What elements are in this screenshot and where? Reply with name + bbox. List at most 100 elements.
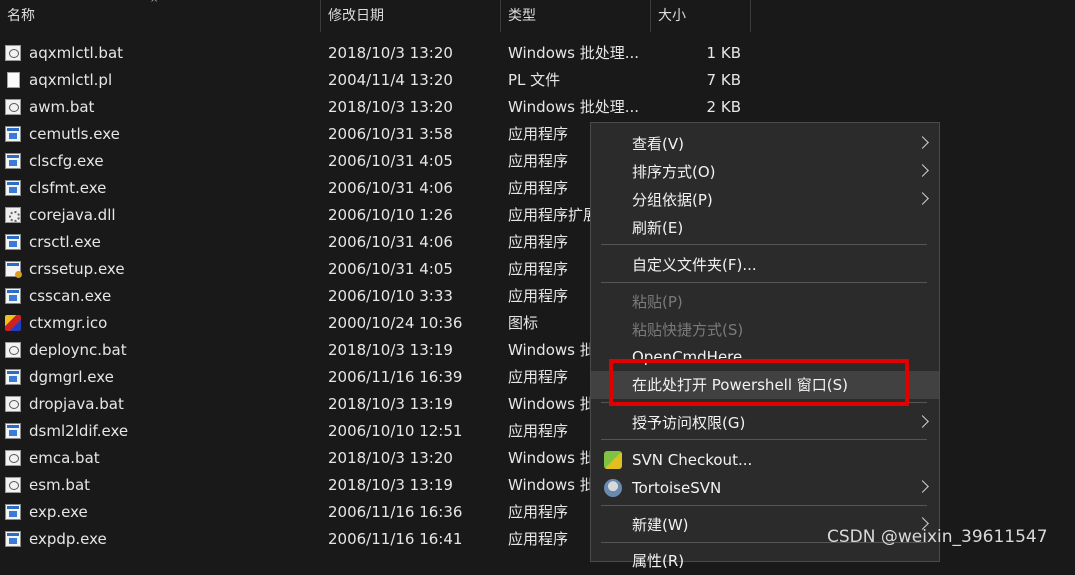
file-date: 2018/10/3 13:19 xyxy=(328,341,453,359)
file-name: cemutls.exe xyxy=(29,125,120,143)
file-type: PL 文件 xyxy=(508,71,561,89)
menu-item-grant-access[interactable]: 授予访问权限(G) xyxy=(591,409,939,437)
menu-item-label: 排序方式(O) xyxy=(632,163,716,181)
chevron-right-icon xyxy=(916,164,929,177)
bat-file-icon xyxy=(5,45,21,61)
menu-separator xyxy=(601,282,927,283)
column-header-bar: 名称 ^ 修改日期 类型 大小 xyxy=(0,0,1075,32)
file-date: 2006/11/16 16:41 xyxy=(328,530,463,548)
menu-item-label: 查看(V) xyxy=(632,135,684,153)
exe-file-icon xyxy=(5,531,21,547)
file-name: corejava.dll xyxy=(29,206,116,224)
file-name: crssetup.exe xyxy=(29,260,125,278)
menu-item-properties[interactable]: 属性(R) xyxy=(591,547,939,575)
doc-file-icon xyxy=(7,72,20,88)
file-row[interactable]: aqxmlctl.bat 2018/10/3 13:20 Windows 批处理..… xyxy=(0,40,1075,67)
file-date: 2006/11/16 16:39 xyxy=(328,368,463,386)
menu-item-label: 刷新(E) xyxy=(632,219,684,237)
menu-item-label: 自定义文件夹(F)... xyxy=(632,256,757,274)
file-name: deploync.bat xyxy=(29,341,127,359)
menu-item-label: 新建(W) xyxy=(632,516,689,534)
file-name: dsml2ldif.exe xyxy=(29,422,129,440)
file-name: aqxmlctl.bat xyxy=(29,44,124,62)
chevron-right-icon xyxy=(916,415,929,428)
file-row[interactable]: aqxmlctl.pl 2004/11/4 13:20 PL 文件 7 KB xyxy=(0,67,1075,94)
file-date: 2018/10/3 13:19 xyxy=(328,395,453,413)
highlight-annotation-box xyxy=(609,359,909,406)
exe-file-icon xyxy=(5,504,21,520)
bat-file-icon xyxy=(5,342,21,358)
file-date: 2006/11/16 16:36 xyxy=(328,503,463,521)
file-name: ctxmgr.ico xyxy=(29,314,108,332)
menu-separator xyxy=(601,244,927,245)
menu-item-label: SVN Checkout... xyxy=(632,451,753,469)
menu-item-sort[interactable]: 排序方式(O) xyxy=(591,158,939,186)
menu-item-paste-shortcut: 粘贴快捷方式(S) xyxy=(591,316,939,344)
exe-file-icon xyxy=(5,423,21,439)
menu-item-group[interactable]: 分组依据(P) xyxy=(591,186,939,214)
menu-item-view[interactable]: 查看(V) xyxy=(591,130,939,158)
menu-item-refresh[interactable]: 刷新(E) xyxy=(591,214,939,242)
chevron-right-icon xyxy=(916,192,929,205)
context-menu: 查看(V) 排序方式(O) 分组依据(P) 刷新(E) 自定义文件夹(F)...… xyxy=(590,122,940,570)
column-divider[interactable] xyxy=(750,0,751,32)
bat-file-icon xyxy=(5,477,21,493)
sort-ascending-icon: ^ xyxy=(150,0,159,9)
menu-item-label: 粘贴(P) xyxy=(632,293,683,311)
dll-file-icon xyxy=(5,207,21,223)
bat-file-icon xyxy=(5,396,21,412)
file-name: crsctl.exe xyxy=(29,233,101,251)
file-row[interactable]: awm.bat 2018/10/3 13:20 Windows 批处理... 2 KB xyxy=(0,94,1075,121)
column-header-size[interactable]: 大小 xyxy=(651,0,751,32)
file-name: clscfg.exe xyxy=(29,152,104,170)
menu-item-label: 粘贴快捷方式(S) xyxy=(632,321,744,339)
menu-item-label: TortoiseSVN xyxy=(632,479,722,497)
chevron-right-icon xyxy=(916,136,929,149)
file-date: 2018/10/3 13:20 xyxy=(328,44,453,62)
ico-file-icon xyxy=(5,315,21,331)
file-name: clsfmt.exe xyxy=(29,179,107,197)
file-date: 2006/10/10 3:33 xyxy=(328,287,453,305)
bat-file-icon xyxy=(5,450,21,466)
menu-item-tortoise-svn[interactable]: TortoiseSVN xyxy=(591,474,939,502)
menu-item-label: 分组依据(P) xyxy=(632,191,713,209)
menu-item-paste: 粘贴(P) xyxy=(591,288,939,316)
exe-file-icon xyxy=(5,234,21,250)
file-date: 2000/10/24 10:36 xyxy=(328,314,463,332)
file-name: expdp.exe xyxy=(29,530,107,548)
exe-file-icon xyxy=(5,369,21,385)
file-date: 2006/10/10 12:51 xyxy=(328,422,463,440)
file-size: 7 KB xyxy=(706,71,741,89)
file-date: 2006/10/31 3:58 xyxy=(328,125,453,143)
file-name: awm.bat xyxy=(29,98,95,116)
file-date: 2018/10/3 13:19 xyxy=(328,476,453,494)
column-header-name[interactable]: 名称 xyxy=(0,0,320,32)
column-header-date[interactable]: 修改日期 xyxy=(321,0,500,32)
menu-item-svn-checkout[interactable]: SVN Checkout... xyxy=(591,446,939,474)
file-date: 2018/10/3 13:20 xyxy=(328,449,453,467)
file-name: aqxmlctl.pl xyxy=(29,71,113,89)
chevron-right-icon xyxy=(916,480,929,493)
file-date: 2006/10/31 4:06 xyxy=(328,179,453,197)
file-date: 2006/10/31 4:05 xyxy=(328,260,453,278)
file-date: 2006/10/10 1:26 xyxy=(328,206,453,224)
bat-file-icon xyxy=(5,99,21,115)
file-type: Windows 批处理... xyxy=(508,98,640,116)
menu-item-customize-folder[interactable]: 自定义文件夹(F)... xyxy=(591,251,939,279)
menu-separator xyxy=(601,439,927,440)
exe-file-icon xyxy=(5,288,21,304)
file-date: 2006/10/31 4:06 xyxy=(328,233,453,251)
csdn-watermark: CSDN @weixin_39611547 xyxy=(827,527,1048,547)
file-date: 2006/10/31 4:05 xyxy=(328,152,453,170)
file-name: csscan.exe xyxy=(29,287,112,305)
file-date: 2018/10/3 13:20 xyxy=(328,98,453,116)
tortoise-svn-icon xyxy=(604,479,622,497)
file-name: esm.bat xyxy=(29,476,91,494)
exe-file-icon xyxy=(5,180,21,196)
column-header-type[interactable]: 类型 xyxy=(501,0,650,32)
file-date: 2004/11/4 13:20 xyxy=(328,71,453,89)
menu-item-label: 授予访问权限(G) xyxy=(632,414,746,432)
exe-file-icon xyxy=(5,153,21,169)
file-name: dgmgrl.exe xyxy=(29,368,114,386)
menu-item-label: 属性(R) xyxy=(632,552,685,570)
